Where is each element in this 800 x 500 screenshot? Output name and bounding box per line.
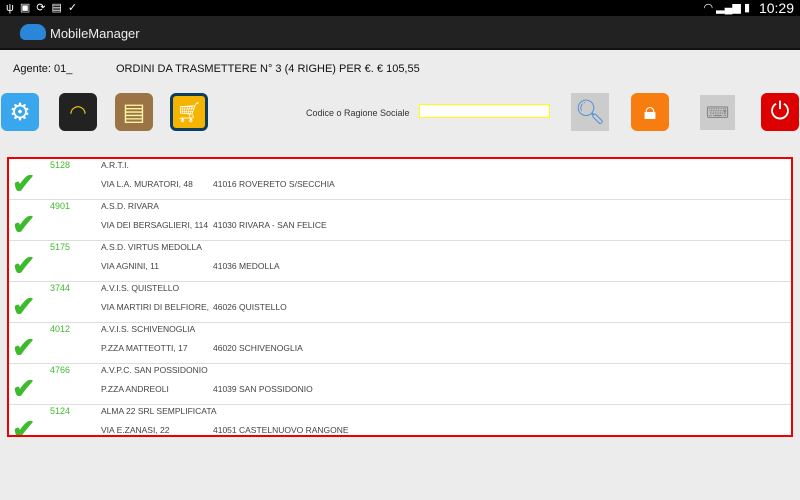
customer-code: 5128 (50, 160, 71, 170)
checkmark-icon: ✔ (12, 168, 36, 199)
customer-name: A.S.D. RIVARA (101, 201, 159, 211)
settings-button[interactable]: ⚙ (1, 93, 39, 131)
customer-row[interactable]: ✔ 5124 ALMA 22 SRL SEMPLIFICATA VIA E.ZA… (9, 405, 791, 437)
gear-icon: ⚙ (9, 98, 31, 126)
checkmark-icon: ✔ (12, 332, 36, 363)
customer-row[interactable]: ✔ 5128 A.R.T.I. VIA L.A. MURATORI, 48 41… (9, 159, 791, 200)
clock: 10:29 (758, 0, 794, 16)
customer-city: 41039 SAN POSSIDONIO (213, 384, 313, 394)
customer-address: VIA E.ZANASI, 22 (101, 425, 170, 435)
checkmark-icon: ✔ (12, 414, 36, 437)
checkmark-icon: ✔ (12, 291, 36, 322)
customer-name: A.R.T.I. (101, 160, 129, 170)
customer-row[interactable]: ✔ 4901 A.S.D. RIVARA VIA DEI BERSAGLIERI… (9, 200, 791, 241)
search-label: Codice o Ragione Sociale (306, 108, 410, 118)
customer-code: 4012 (50, 324, 71, 334)
wifi-icon: ◠ (69, 101, 87, 124)
keyboard-off-icon: ⌨ (705, 104, 730, 122)
search-button[interactable]: 🔍︎ (571, 93, 609, 131)
customer-row[interactable]: ✔ 3744 A.V.I.S. QUISTELLO VIA MARTIRI DI… (9, 282, 791, 323)
power-icon: ⏻ (770, 98, 790, 125)
customer-list[interactable]: ✔ 5128 A.R.T.I. VIA L.A. MURATORI, 48 41… (7, 157, 793, 437)
customer-code: 5175 (50, 242, 71, 252)
customer-address: VIA MARTIRI DI BELFIORE, (101, 302, 210, 312)
customer-city: 46026 QUISTELLO (213, 302, 287, 312)
cart-icon: 🛒︎ (176, 101, 202, 124)
customer-code: 4766 (50, 365, 71, 375)
customer-address: VIA DEI BERSAGLIERI, 114 (101, 220, 209, 230)
customer-name: ALMA 22 SRL SEMPLIFICATA (101, 406, 217, 416)
customer-code: 3744 (50, 283, 71, 293)
app-bar: MobileManager (0, 16, 800, 50)
lock-icon: 🔒︎ (643, 98, 657, 125)
lock-button[interactable]: 🔒︎ (631, 93, 669, 131)
keyboard-button[interactable]: ⌨ (700, 95, 735, 130)
signal-battery-icons: ◠ ▂▄▆ ▮ (703, 2, 750, 14)
search-input[interactable] (419, 104, 550, 118)
customer-row[interactable]: ✔ 5175 A.S.D. VIRTUS MEDOLLA VIA AGNINI,… (9, 241, 791, 282)
status-bar: ψ▣⟳▤✓ ◠ ▂▄▆ ▮ 10:29 (0, 0, 800, 16)
checkmark-icon: ✔ (12, 250, 36, 281)
customer-row[interactable]: ✔ 4012 A.V.I.S. SCHIVENOGLIA P.ZZA MATTE… (9, 323, 791, 364)
checkmark-icon: ✔ (12, 373, 36, 404)
checkmark-icon: ✔ (12, 209, 36, 240)
customer-name: A.V.P.C. SAN POSSIDONIO (101, 365, 208, 375)
customer-city: 41036 MEDOLLA (213, 261, 280, 271)
customer-name: A.V.I.S. QUISTELLO (101, 283, 180, 293)
notification-icons: ψ▣⟳▤✓ (6, 2, 84, 14)
app-title: MobileManager (50, 26, 140, 41)
cart-button[interactable]: 🛒︎ (170, 93, 208, 131)
customer-name: A.V.I.S. SCHIVENOGLIA (101, 324, 196, 334)
agent-label: Agente: 01_ (13, 63, 73, 75)
power-button[interactable]: ⏻ (761, 93, 799, 131)
customer-city: 41016 ROVERETO S/SECCHIA (213, 179, 335, 189)
customer-address: VIA L.A. MURATORI, 48 (101, 179, 193, 189)
wifi-button[interactable]: ◠ (59, 93, 97, 131)
customer-address: P.ZZA MATTEOTTI, 17 (101, 343, 188, 353)
customer-city: 41051 CASTELNUOVO RANGONE (213, 425, 349, 435)
customer-code: 4901 (50, 201, 71, 211)
cloud-logo-icon (20, 24, 46, 40)
magnifier-icon: 🔍︎ (574, 98, 606, 126)
customer-address: VIA AGNINI, 11 (101, 261, 159, 271)
notes-icon: ▤ (122, 98, 146, 126)
orders-summary: ORDINI DA TRASMETTERE N° 3 (4 RIGHE) PER… (116, 63, 420, 75)
customer-row[interactable]: ✔ 4766 A.V.P.C. SAN POSSIDONIO P.ZZA AND… (9, 364, 791, 405)
customer-address: P.ZZA ANDREOLI (101, 384, 169, 394)
notes-button[interactable]: ▤ (115, 93, 153, 131)
customer-city: 41030 RIVARA - SAN FELICE (213, 220, 327, 230)
customer-name: A.S.D. VIRTUS MEDOLLA (101, 242, 202, 252)
customer-code: 5124 (50, 406, 71, 416)
customer-city: 46020 SCHIVENOGLIA (213, 343, 303, 353)
